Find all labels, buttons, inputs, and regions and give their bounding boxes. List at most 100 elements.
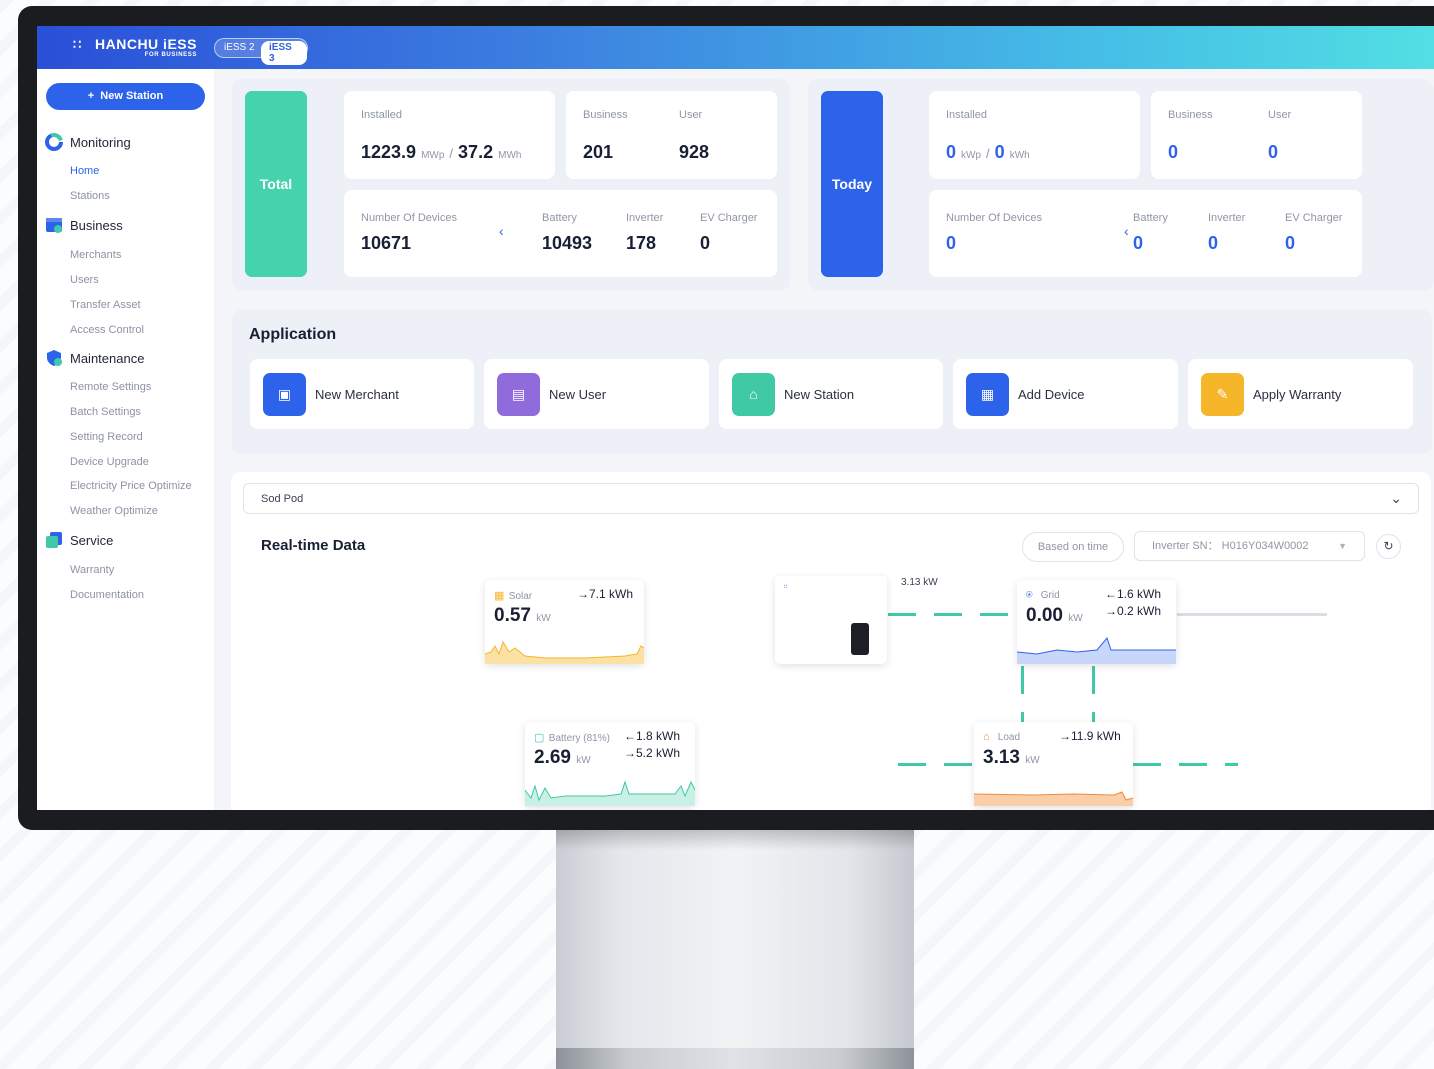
grid-node[interactable]: ⍟ Grid 0.00 kW ←1.6 kWh →0.2 kWh (1017, 580, 1176, 664)
today-battery-value: 0 (1133, 233, 1144, 253)
new-user-card[interactable]: ▤ New User (484, 359, 709, 429)
new-user-label: New User (549, 387, 607, 402)
solar-sparkline (485, 640, 644, 664)
sidebar-item-merchants[interactable]: Merchants (70, 249, 121, 261)
business-label: Business (1168, 109, 1213, 121)
business-icon (45, 216, 63, 234)
battery-label: Battery (542, 212, 577, 224)
load-node[interactable]: ⌂ Load 3.13 kW →11.9 kWh (974, 722, 1133, 806)
total-user-value: 928 (679, 142, 710, 162)
new-station-card[interactable]: ⌂ New Station (719, 359, 943, 429)
user-label: User (1268, 109, 1292, 121)
apply-warranty-label: Apply Warranty (1253, 387, 1342, 402)
today-installed-value: 0 kWp/0 kWh (946, 142, 1030, 162)
new-merchant-label: New Merchant (315, 387, 399, 402)
station-select-value: Sod Pod (261, 493, 304, 505)
battery-label: ▢ Battery (81%) (534, 732, 610, 744)
grid-sparkline (1017, 636, 1176, 664)
total-business-value: 201 (583, 142, 614, 162)
today-ev-value: 0 (1285, 233, 1296, 253)
sidebar-item-transfer-asset[interactable]: Transfer Asset (70, 299, 141, 311)
based-on-time-button[interactable]: Based on time (1022, 532, 1124, 562)
sidebar-item-device-upgrade[interactable]: Device Upgrade (70, 456, 149, 468)
monitor-stand (556, 828, 914, 1069)
battery-node[interactable]: ▢ Battery (81%) 2.69 kW ←1.8 kWh →5.2 kW… (525, 722, 695, 806)
sidebar-item-warranty[interactable]: Warranty (70, 564, 114, 576)
plus-icon: + (87, 90, 101, 102)
today-business-card: Business User 0 0 (1151, 91, 1362, 179)
total-ev-value: 0 (700, 233, 711, 253)
load-energy: →11.9 kWh (1059, 729, 1121, 743)
today-installed-card: Installed 0 kWp/0 kWh (929, 91, 1140, 179)
sidebar-item-access-control[interactable]: Access Control (70, 324, 144, 336)
grid-value: 0.00 kW (1026, 605, 1083, 626)
total-installed-card: Installed 1223.9 MWp/37.2 MWh (344, 91, 555, 179)
version-iess2[interactable]: iESS 2 (224, 42, 255, 53)
battery-discharge: →5.2 kWh (624, 746, 681, 760)
solar-node[interactable]: ▦ Solar 0.57 kW →7.1 kWh (485, 580, 644, 664)
home-icon: ⌂ (732, 373, 775, 416)
sidebar-item-setting-record[interactable]: Setting Record (70, 431, 143, 443)
total-installed-value: 1223.9 MWp/37.2 MWh (361, 142, 522, 162)
version-switch[interactable]: iESS 2 iESS 3 (214, 38, 308, 65)
total-label: Total (245, 91, 307, 277)
logo-mark-icon: ∷ (73, 37, 82, 52)
monitor-stand-base (556, 1048, 914, 1069)
version-iess3[interactable]: iESS 3 (261, 41, 307, 65)
solar-value: 0.57 kW (494, 605, 551, 626)
load-label: ⌂ Load (983, 731, 1021, 743)
flow-line-inverter-grid (888, 613, 1008, 616)
station-select[interactable]: Sod Pod ⌄ (243, 483, 1419, 514)
inverter-sn-select[interactable]: Inverter SN： H016Y034W0002 ▼ (1134, 531, 1365, 561)
sidebar-item-remote-settings[interactable]: Remote Settings (70, 381, 151, 393)
device-icon: ▦ (966, 373, 1009, 416)
inverter-device[interactable]: ∷ (775, 576, 887, 664)
service-icon (45, 531, 63, 549)
sidebar-item-electricity-price-optimize[interactable]: Electricity Price Optimize (70, 480, 192, 492)
sidebar-item-weather-optimize[interactable]: Weather Optimize (70, 505, 158, 517)
today-devices-value: 0 (946, 233, 957, 253)
sidebar-item-documentation[interactable]: Documentation (70, 589, 144, 601)
total-devices-value: 10671 (361, 233, 412, 253)
user-label: User (679, 109, 703, 121)
total-inverter-value: 178 (626, 233, 657, 253)
chevron-down-icon: ⌄ (1390, 490, 1402, 506)
solar-energy: →7.1 kWh (577, 587, 634, 601)
new-merchant-card[interactable]: ▣ New Merchant (250, 359, 474, 429)
grid-tower-icon: ⍟ (1026, 589, 1033, 601)
realtime-title: Real-time Data (261, 537, 366, 554)
today-inverter-value: 0 (1208, 233, 1219, 253)
chevron-left-icon[interactable]: ‹ (1124, 223, 1129, 239)
inverter-label: Inverter (1208, 212, 1246, 224)
installed-label: Installed (946, 109, 987, 121)
brand-logo[interactable]: ∷ HANCHU iESS FOR BUSINESS (73, 36, 197, 58)
total-battery-value: 10493 (542, 233, 593, 253)
flow-line-grid-out (1177, 613, 1327, 616)
sidebar-item-users[interactable]: Users (70, 274, 99, 286)
user-icon: ▤ (497, 373, 540, 416)
solar-panel-icon: ▦ (494, 590, 505, 602)
monitoring-icon (45, 133, 63, 151)
devices-label: Number Of Devices (361, 212, 457, 224)
sidebar-item-batch-settings[interactable]: Batch Settings (70, 406, 141, 418)
sidebar-item-home[interactable]: Home (70, 165, 99, 177)
today-label: Today (821, 91, 883, 277)
maintenance-icon (45, 349, 63, 367)
add-device-card[interactable]: ▦ Add Device (953, 359, 1178, 429)
apply-warranty-card[interactable]: ✎ Apply Warranty (1188, 359, 1413, 429)
sidebar: + New Station Monitoring Home Stations B… (37, 69, 214, 810)
merchant-icon: ▣ (263, 373, 306, 416)
flow-line-grid-load-left (1021, 666, 1024, 722)
installed-label: Installed (361, 109, 402, 121)
chevron-left-icon[interactable]: ‹ (499, 223, 504, 239)
app-screen: ∷ HANCHU iESS FOR BUSINESS iESS 2 iESS 3 … (37, 26, 1434, 810)
flow-line-grid-load-right (1092, 666, 1095, 722)
new-station-button[interactable]: + New Station (46, 83, 205, 110)
add-device-label: Add Device (1018, 387, 1085, 402)
load-value: 3.13 kW (983, 747, 1040, 768)
solar-label: ▦ Solar (494, 590, 533, 602)
sidebar-item-stations[interactable]: Stations (70, 190, 110, 202)
battery-sparkline (525, 780, 695, 806)
load-sparkline (974, 791, 1133, 806)
refresh-icon[interactable]: ↻ (1376, 534, 1401, 559)
